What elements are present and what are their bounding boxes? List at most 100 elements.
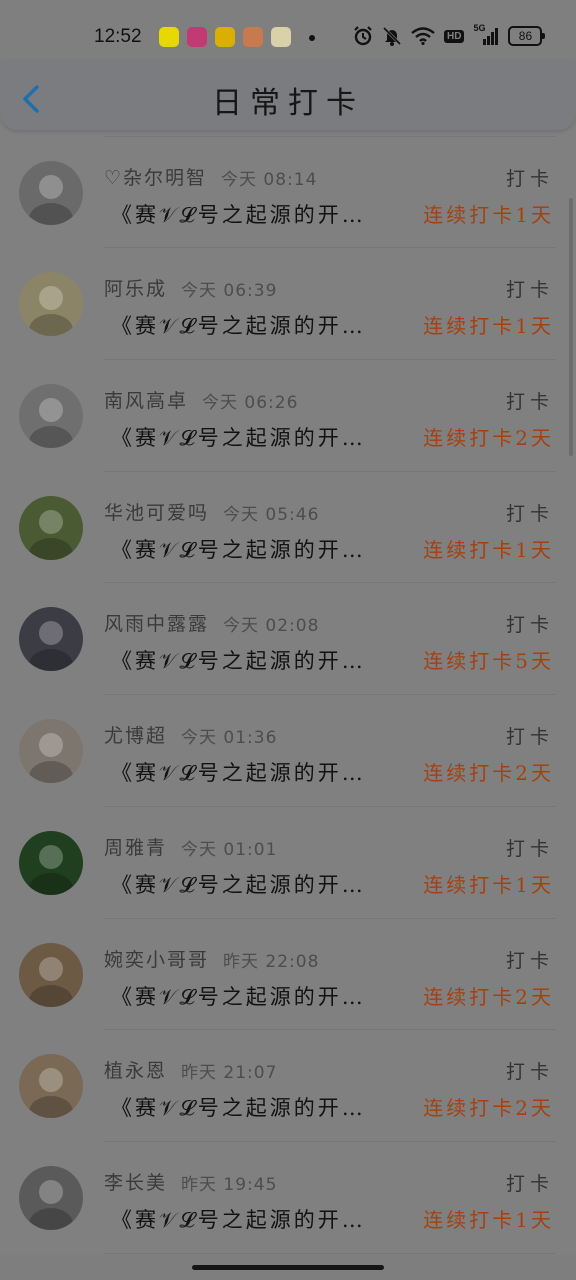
streak-label: 连续打卡1天 (423, 872, 554, 897)
battery-indicator: 86 (508, 26, 546, 46)
game-character-app-icon (243, 27, 263, 47)
streak-label: 连续打卡1天 (423, 537, 554, 562)
checkin-time: 今天 01:01 (181, 839, 278, 860)
checkin-action-label: 打卡 (505, 279, 554, 302)
checkin-row[interactable]: ♡杂尔明智 今天 08:14 打卡 《赛𝒱𝓛号之起源的开… 连续打卡1天 (0, 137, 576, 249)
streak-label: 连续打卡1天 (423, 202, 554, 227)
user-name[interactable]: 阿乐成 (104, 274, 167, 301)
user-name[interactable]: 风雨中露露 (104, 609, 209, 636)
hd-badge: HD (444, 29, 465, 43)
status-app-icons (159, 27, 291, 47)
avatar[interactable] (19, 830, 83, 895)
user-name[interactable]: ♡杂尔明智 (104, 163, 207, 190)
checkin-content[interactable]: 《赛𝒱𝓛号之起源的开… (111, 645, 366, 675)
user-name[interactable]: 李长美 (104, 1168, 167, 1195)
gesture-nav-area (0, 1255, 576, 1280)
user-name[interactable]: 尤博超 (104, 721, 167, 748)
checkin-row[interactable]: 尤博超 今天 01:36 打卡《赛𝒱𝓛号之起源的开… 连续打卡2天 (0, 695, 576, 807)
checkin-time: 今天 08:14 (221, 169, 318, 190)
signal-5g-icon: 5G (473, 23, 499, 46)
status-time: 12:52 (94, 26, 142, 47)
checkin-time: 今天 02:08 (223, 616, 320, 637)
streak-label: 连续打卡2天 (423, 426, 554, 451)
checkin-action-label: 打卡 (505, 1172, 554, 1195)
checkin-content[interactable]: 《赛𝒱𝓛号之起源的开… (111, 422, 366, 452)
checkin-action-label: 打卡 (505, 1061, 554, 1084)
streak-label: 连续打卡2天 (423, 984, 554, 1009)
avatar[interactable] (19, 495, 83, 560)
avatar-image (19, 384, 83, 449)
checkin-action-label: 打卡 (505, 614, 554, 637)
streak-label: 连续打卡2天 (423, 1096, 554, 1121)
checkin-content[interactable]: 《赛𝒱𝓛号之起源的开… (111, 757, 366, 787)
checkin-content[interactable]: 《赛𝒱𝓛号之起源的开… (111, 534, 366, 564)
checkin-row[interactable]: 阿乐成 今天 06:39 打卡《赛𝒱𝓛号之起源的开… 连续打卡1天 (0, 248, 576, 361)
avatar[interactable] (19, 1165, 83, 1230)
checkin-time: 昨天 19:45 (181, 1174, 278, 1195)
avatar[interactable] (19, 1054, 83, 1119)
avatar-image (19, 160, 83, 225)
checkin-list[interactable]: 啃生雪今天 04:18打卡《赛𝒱𝓛号之起源的开…连续打卡1天 ♡杂尔明智今天 08… (0, 130, 576, 1255)
avatar[interactable] (19, 607, 83, 672)
streak-label: 连续打卡2天 (423, 761, 554, 786)
checkin-time: 今天 06:39 (181, 281, 278, 302)
notification-dot-icon (309, 35, 315, 41)
checkin-row[interactable]: 南风高卓 今天 06:26 打卡 《赛𝒱𝓛号之起源的开… 连续打卡2天 (0, 360, 576, 472)
checkin-row[interactable]: 周雅青 今天 01:01 打卡《赛𝒱𝓛号之起源的开… 连续打卡1天 (0, 807, 576, 919)
checkin-action-label: 打卡 (505, 726, 554, 749)
bilibili-app-icon (187, 27, 207, 47)
checkin-row[interactable]: 植永恩 昨天 21:07 打卡《赛𝒱𝓛号之起源的开… 连续打卡2天 (0, 1030, 576, 1142)
checkin-row[interactable]: 华池可爱吗 今天 05:46 打卡《赛𝒱𝓛号之起源的开… 连续打卡1天 (0, 472, 576, 584)
wifi-icon (411, 27, 435, 45)
avatar-image (19, 1165, 83, 1230)
checkin-row[interactable]: 婉奕小哥哥 昨天 22:08 打卡《赛𝒱𝓛号之起源的开… 连续打卡2天 (0, 919, 576, 1031)
avatar-image (19, 719, 83, 784)
user-name[interactable]: 华池可爱吗 (104, 498, 209, 525)
avatar-image (19, 495, 83, 560)
checkin-action-label: 打卡 (505, 391, 554, 414)
avatar-image (19, 942, 83, 1007)
checkin-action-label: 打卡 (505, 502, 554, 525)
user-name[interactable]: 婉奕小哥哥 (104, 945, 209, 972)
streak-label: 连续打卡1天 (423, 314, 554, 339)
avatar-image (19, 830, 83, 895)
checkin-content[interactable]: 《赛𝒱𝓛号之起源的开… (111, 310, 366, 340)
checkin-list-inner: 啃生雪今天 04:18打卡《赛𝒱𝓛号之起源的开…连续打卡1天 ♡杂尔明智今天 08… (0, 130, 576, 1254)
checkin-content[interactable]: 《赛𝒱𝓛号之起源的开… (111, 869, 366, 899)
avatar[interactable] (19, 942, 83, 1007)
scrollbar[interactable] (569, 198, 573, 456)
sticker-app-icon (271, 27, 291, 47)
checkin-content[interactable]: 《赛𝒱𝓛号之起源的开… (111, 199, 366, 229)
checkin-time: 今天 01:36 (181, 728, 278, 749)
checkin-time: 今天 05:46 (223, 504, 320, 525)
mute-bell-icon (382, 26, 402, 46)
user-name[interactable]: 南风高卓 (104, 386, 188, 413)
status-indicators: HD 5G 86 (353, 23, 546, 46)
page-title: 日常打卡 (212, 86, 364, 121)
user-name[interactable]: 周雅青 (104, 833, 167, 860)
avatar-image (19, 1054, 83, 1119)
avatar[interactable] (19, 719, 83, 784)
checkin-time: 昨天 22:08 (223, 951, 320, 972)
checkin-content[interactable]: 《赛𝒱𝓛号之起源的开… (111, 1092, 366, 1122)
avatar-image (19, 272, 83, 337)
avatar-image (19, 607, 83, 672)
checkin-row[interactable]: 李长美 昨天 19:45 打卡 《赛𝒱𝓛号之起源的开… 连续打卡1天 (0, 1142, 576, 1254)
title-bar: 日常打卡 (0, 60, 576, 130)
row-divider (104, 1252, 556, 1254)
checkin-content[interactable]: 《赛𝒱𝓛号之起源的开… (111, 1204, 366, 1234)
checkin-row[interactable]: 风雨中露露 今天 02:08 打卡《赛𝒱𝓛号之起源的开… 连续打卡5天 (0, 583, 576, 696)
streak-label: 连续打卡5天 (423, 649, 554, 674)
checkin-content[interactable]: 《赛𝒱𝓛号之起源的开… (111, 981, 366, 1011)
alarm-icon (354, 26, 372, 46)
checkin-time: 昨天 21:07 (181, 1063, 278, 1084)
heart-app-icon (215, 27, 235, 47)
checkin-row[interactable]: 啃生雪今天 04:18打卡《赛𝒱𝓛号之起源的开…连续打卡1天 (0, 130, 576, 137)
avatar[interactable] (19, 384, 83, 449)
user-name[interactable]: 植永恩 (104, 1056, 167, 1083)
avatar[interactable] (19, 272, 83, 337)
avatar[interactable] (19, 160, 83, 225)
checkin-action-label: 打卡 (505, 949, 554, 972)
checkin-action-label: 打卡 (505, 837, 554, 860)
home-indicator[interactable] (192, 1265, 384, 1270)
